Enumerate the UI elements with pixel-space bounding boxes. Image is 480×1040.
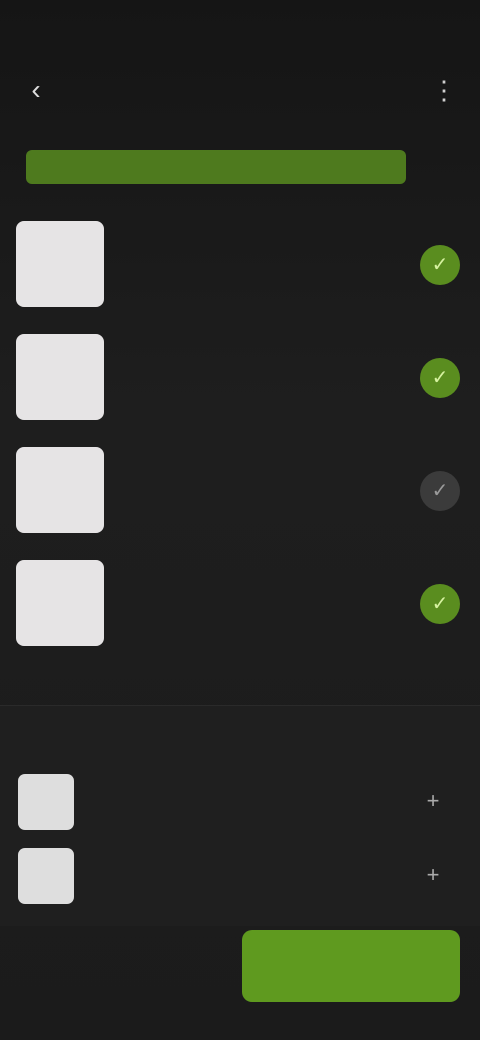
list-item[interactable]: ✓ (0, 215, 480, 328)
list-item[interactable]: ✓ (0, 328, 480, 441)
menu-icon: ⋮ (431, 75, 457, 105)
check-icon: ✓ (431, 480, 449, 502)
overflow-menu-button[interactable]: ⋮ (426, 72, 462, 108)
checkout-bar (0, 925, 480, 1040)
list-item[interactable]: ✓ (0, 554, 480, 667)
recommendation-row[interactable]: + (0, 848, 480, 918)
recommendations-section: + + (0, 705, 480, 926)
check-icon: ✓ (431, 367, 449, 389)
add-button[interactable]: + (418, 786, 448, 816)
select-toggle[interactable]: ✓ (420, 358, 460, 398)
product-thumbnail (16, 334, 104, 420)
list-item[interactable]: ✓ (0, 441, 480, 554)
select-toggle[interactable]: ✓ (420, 471, 460, 511)
select-toggle[interactable]: ✓ (420, 584, 460, 624)
product-thumbnail (16, 560, 104, 646)
cart-item-list: ✓ ✓ ✓ ✓ (0, 215, 480, 667)
select-toggle[interactable]: ✓ (420, 245, 460, 285)
product-thumbnail (16, 221, 104, 307)
chevron-left-icon: ‹ (31, 74, 41, 105)
info-banner (26, 150, 406, 184)
add-button[interactable]: + (418, 860, 448, 890)
check-icon: ✓ (431, 254, 449, 276)
status-bar (0, 0, 480, 50)
product-thumbnail (18, 848, 74, 904)
cart-screen: ‹ ⋮ ✓ ✓ ✓ ✓ + + (0, 0, 480, 1040)
checkout-button[interactable] (242, 930, 460, 1002)
back-button[interactable]: ‹ (18, 72, 54, 108)
top-app-bar: ‹ ⋮ (0, 50, 480, 130)
check-icon: ✓ (431, 593, 449, 615)
recommendation-row[interactable]: + (0, 774, 480, 844)
product-thumbnail (16, 447, 104, 533)
plus-icon: + (426, 862, 440, 887)
plus-icon: + (426, 788, 440, 813)
product-thumbnail (18, 774, 74, 830)
